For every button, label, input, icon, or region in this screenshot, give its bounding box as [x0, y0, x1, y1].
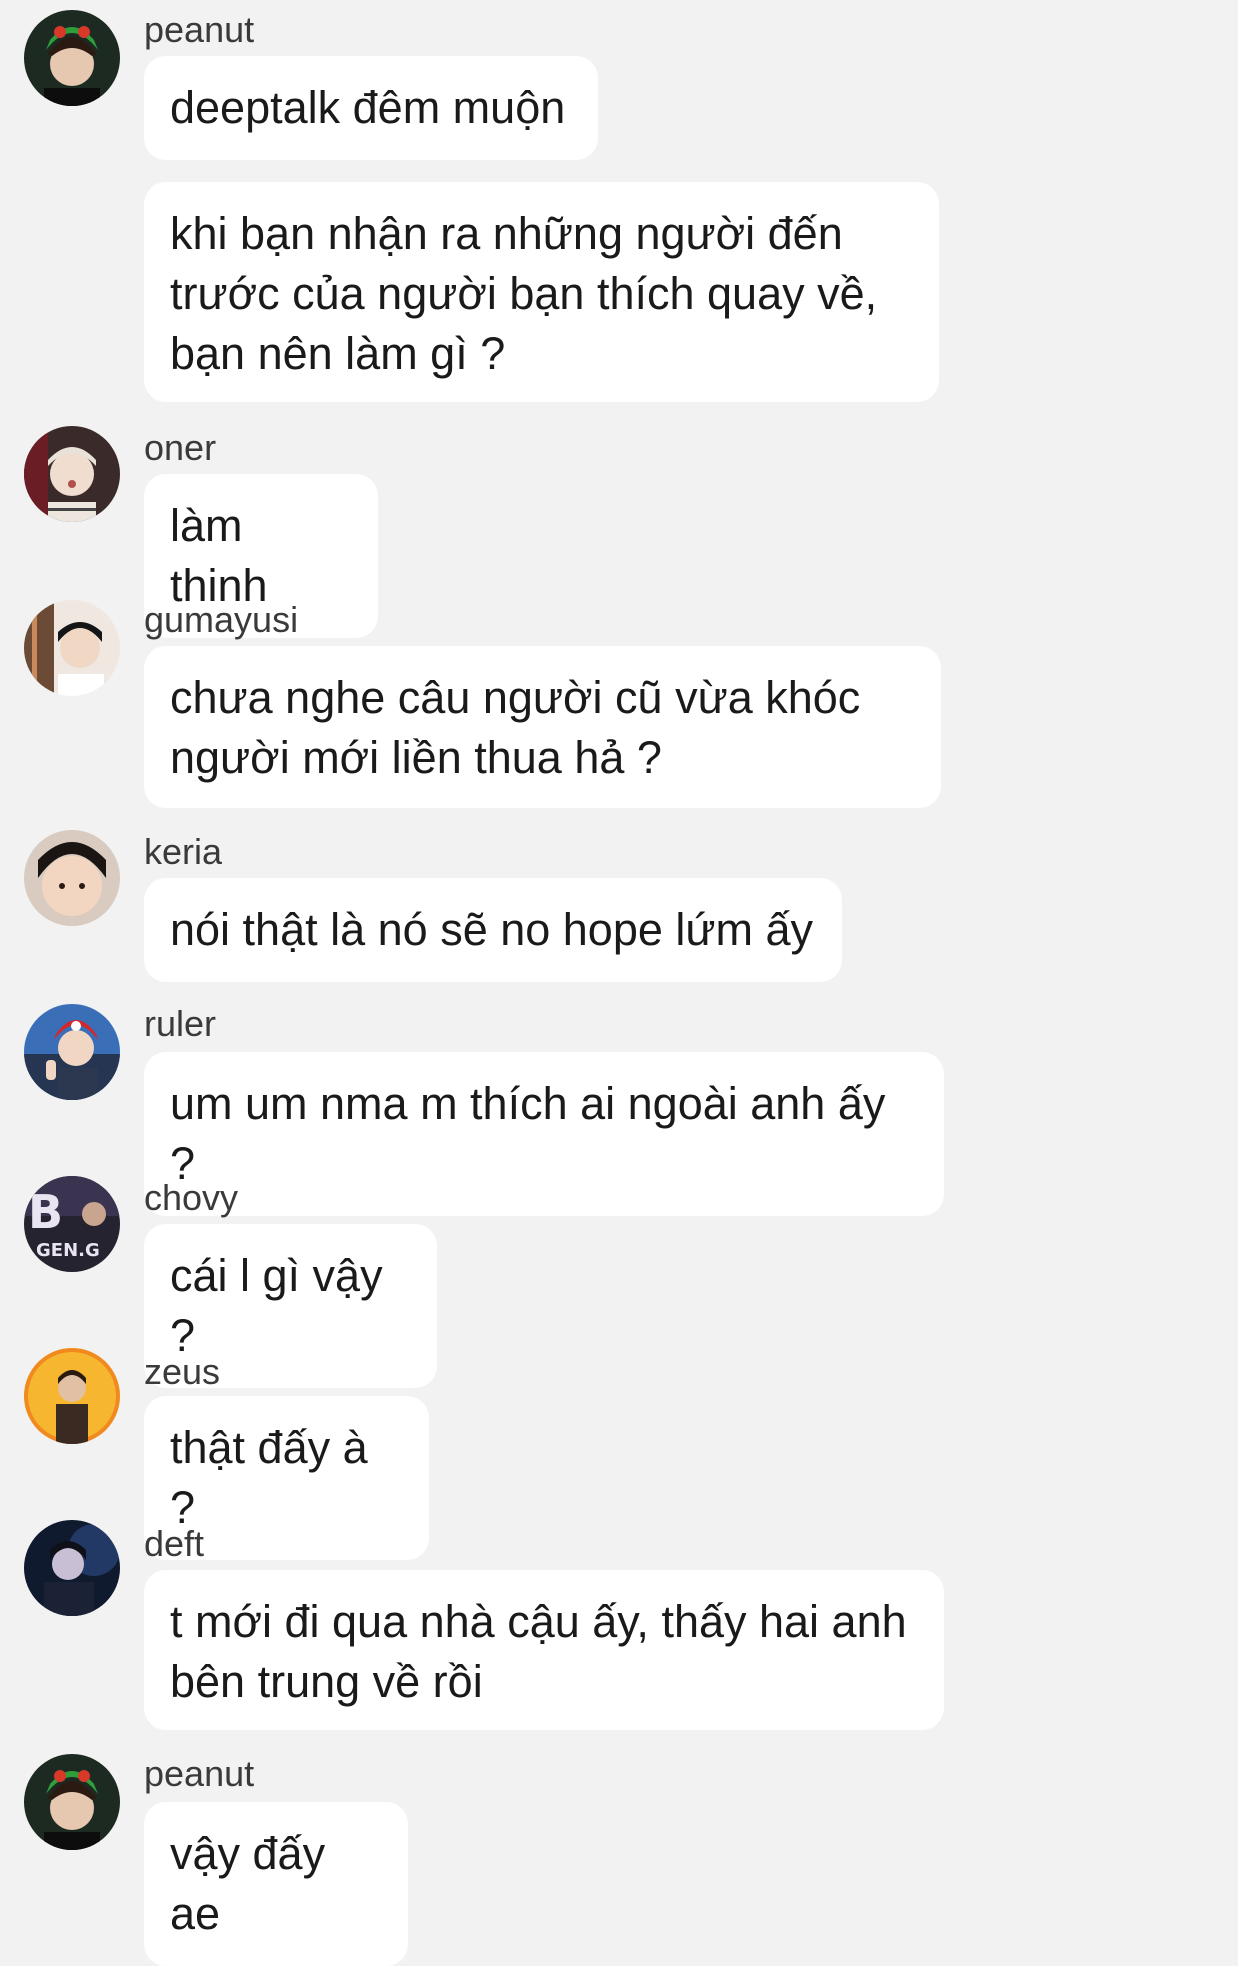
avatar-deft[interactable] — [24, 1520, 120, 1616]
avatar-zeus-image — [24, 1348, 120, 1444]
avatar-keria-image — [24, 830, 120, 926]
avatar-logo-text: GEN.G — [36, 1240, 100, 1261]
sender-name: keria — [144, 831, 223, 872]
message-bubble[interactable]: chưa nghe câu người cũ vừa khóc người mớ… — [144, 646, 941, 808]
message-bubble[interactable]: t mới đi qua nhà cậu ấy, thấy hai anh bê… — [144, 1570, 944, 1730]
message-bubble[interactable]: deeptalk đêm muộn — [144, 56, 598, 160]
sender-name: zeus — [144, 1351, 221, 1392]
sender-name: deft — [144, 1523, 205, 1564]
avatar-oner[interactable] — [24, 426, 120, 522]
avatar-gumayusi-image — [24, 600, 120, 696]
sender-name: ruler — [144, 1003, 217, 1044]
avatar-oner-image — [24, 426, 120, 522]
avatar-chovy-image: B GEN.G — [24, 1176, 120, 1272]
message-bubble[interactable]: um um nma m thích ai ngoài anh ấy ? — [144, 1052, 944, 1216]
message-bubble[interactable]: nói thật là nó sẽ no hope lứm ấy — [144, 878, 842, 982]
avatar-ruler-image — [24, 1004, 120, 1100]
chat-thread: peanut deeptalk đêm muộn khi bạn nhận ra… — [0, 0, 1238, 1966]
avatar-zeus[interactable] — [24, 1348, 120, 1444]
sender-name: gumayusi — [144, 599, 299, 640]
sender-name: chovy — [144, 1177, 239, 1218]
svg-text:B: B — [28, 1185, 63, 1239]
avatar-peanut[interactable] — [24, 1754, 120, 1850]
sender-name: peanut — [144, 9, 255, 50]
sender-name: oner — [144, 427, 217, 468]
message-bubble[interactable]: khi bạn nhận ra những người đến trước củ… — [144, 182, 939, 402]
message-bubble[interactable]: vậy đấy ae — [144, 1802, 408, 1966]
sender-name: peanut — [144, 1753, 255, 1794]
avatar-deft-image — [24, 1520, 120, 1616]
avatar-gumayusi[interactable] — [24, 600, 120, 696]
avatar-chovy[interactable]: B GEN.G — [24, 1176, 120, 1272]
avatar-keria[interactable] — [24, 830, 120, 926]
avatar-peanut-image — [24, 1754, 120, 1850]
avatar-peanut-image — [24, 10, 120, 106]
avatar-peanut[interactable] — [24, 10, 120, 106]
avatar-ruler[interactable] — [24, 1004, 120, 1100]
